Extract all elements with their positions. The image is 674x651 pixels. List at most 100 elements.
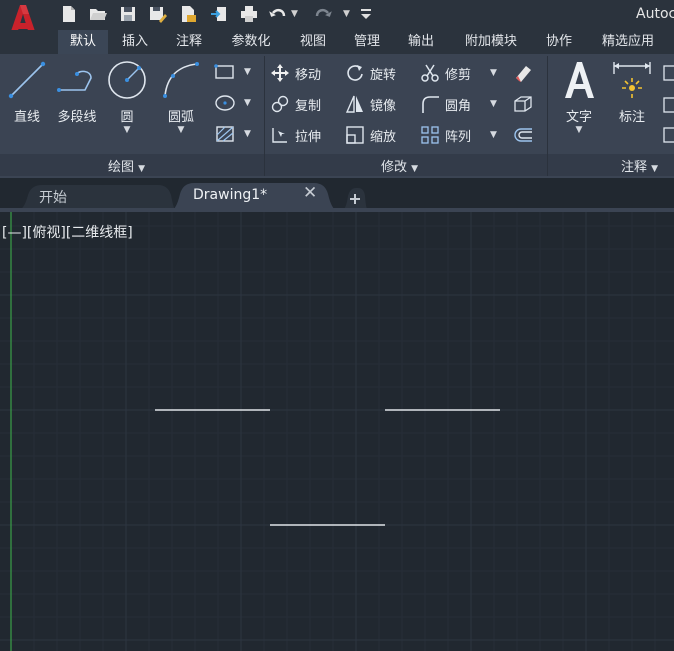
- line-label: 直线: [13, 110, 40, 125]
- modify-panel-title[interactable]: 修改 ▼: [381, 156, 418, 175]
- stretch-icon: [272, 128, 287, 143]
- rotate-label: 旋转: [370, 67, 397, 83]
- annotation-panel-title[interactable]: 注释 ▼: [621, 156, 658, 175]
- text-button[interactable]: 文字 ▼: [556, 58, 602, 135]
- drawing1-tab-label: Drawing1*: [193, 187, 268, 203]
- arc-dropdown-icon[interactable]: ▼: [178, 125, 185, 135]
- offset-button[interactable]: [512, 125, 534, 149]
- grid-major: [0, 212, 674, 651]
- trim-dropdown-icon[interactable]: ▼: [490, 68, 497, 78]
- fillet-button[interactable]: 圆角: [420, 94, 471, 114]
- close-tab-icon[interactable]: ✕: [303, 183, 317, 203]
- draw-panel-title[interactable]: 绘图 ▼: [108, 156, 145, 175]
- panel-divider: [264, 56, 265, 176]
- tab-view[interactable]: 视图: [290, 30, 336, 54]
- arc-label: 圆弧: [167, 110, 194, 125]
- text-label: 文字: [565, 110, 592, 125]
- rotate-button[interactable]: 旋转: [345, 63, 396, 83]
- tab-featured-apps[interactable]: 精选应用: [590, 30, 666, 54]
- line-icon: [8, 61, 46, 99]
- drawing-canvas[interactable]: [0, 212, 674, 651]
- save-icon[interactable]: [118, 4, 138, 24]
- move-button[interactable]: 移动: [270, 63, 321, 83]
- tab-default[interactable]: 默认: [58, 30, 108, 54]
- copy-label: 复制: [295, 98, 322, 114]
- undo-icon[interactable]: [268, 4, 288, 24]
- move-icon: [271, 64, 289, 82]
- dimension-button[interactable]: 标注: [608, 58, 656, 125]
- circle-icon: [108, 61, 146, 99]
- import-icon[interactable]: [209, 4, 229, 24]
- tab-parametric[interactable]: 参数化: [221, 30, 281, 54]
- start-tab[interactable]: 开始: [16, 183, 176, 211]
- annotation-panel-dropdown-icon[interactable]: ▼: [651, 164, 658, 174]
- arc-button[interactable]: 圆弧 ▼: [158, 58, 204, 135]
- scale-button[interactable]: 缩放: [345, 125, 396, 145]
- grid-minor: [0, 212, 674, 651]
- explode-button[interactable]: [512, 94, 534, 118]
- redo-dropdown-icon[interactable]: ▼: [343, 9, 350, 19]
- polyline-label: 多段线: [57, 110, 97, 125]
- undo-dropdown-icon[interactable]: ▼: [291, 9, 298, 19]
- modify-panel-dropdown-icon[interactable]: ▼: [411, 164, 418, 174]
- text-dropdown-icon[interactable]: ▼: [576, 125, 583, 135]
- mirror-label: 镜像: [370, 98, 397, 114]
- stretch-label: 拉伸: [295, 129, 322, 145]
- circle-button[interactable]: 圆 ▼: [104, 58, 150, 135]
- copy-icon: [271, 95, 289, 113]
- array-dropdown-icon[interactable]: ▼: [490, 130, 497, 140]
- rectangle-button[interactable]: [214, 62, 236, 86]
- array-icon: [421, 126, 439, 144]
- circle-dropdown-icon[interactable]: ▼: [124, 125, 131, 135]
- print-icon[interactable]: [239, 4, 259, 24]
- circle-label: 圆: [120, 110, 134, 125]
- panel-divider: [547, 56, 548, 176]
- mirror-button[interactable]: 镜像: [345, 94, 396, 114]
- eraser-icon: [516, 66, 531, 82]
- new-icon[interactable]: [59, 4, 79, 24]
- stretch-button[interactable]: 拉伸: [270, 125, 321, 145]
- tab-addins[interactable]: 附加模块: [453, 30, 529, 54]
- tab-output[interactable]: 输出: [398, 30, 444, 54]
- line-button[interactable]: 直线: [4, 58, 50, 125]
- ellipse-button[interactable]: [214, 93, 236, 117]
- polyline-button[interactable]: 多段线: [52, 58, 102, 125]
- open-icon[interactable]: [88, 4, 108, 24]
- customize-icon[interactable]: [356, 4, 376, 24]
- tab-insert[interactable]: 插入: [112, 30, 158, 54]
- draw-panel-dropdown-icon[interactable]: ▼: [138, 164, 145, 174]
- redo-icon[interactable]: [313, 4, 333, 24]
- fillet-icon: [422, 96, 439, 113]
- viewport-controls-label[interactable]: [—][俯视][二维线框]: [2, 222, 133, 242]
- array-label: 阵列: [445, 129, 472, 145]
- draw-panel-title-label: 绘图: [108, 160, 135, 175]
- move-label: 移动: [295, 67, 322, 83]
- publish-icon[interactable]: [178, 4, 198, 24]
- hatch-dropdown-icon[interactable]: ▼: [244, 129, 251, 139]
- fillet-label: 圆角: [445, 98, 472, 114]
- erase-button[interactable]: [512, 63, 534, 87]
- trim-icon: [421, 64, 439, 82]
- tab-annotate[interactable]: 注释: [166, 30, 212, 54]
- dimension-label: 标注: [618, 110, 645, 125]
- rectangle-icon: [214, 64, 234, 79]
- hatch-button[interactable]: [214, 124, 236, 148]
- fillet-dropdown-icon[interactable]: ▼: [490, 99, 497, 109]
- rectangle-dropdown-icon[interactable]: ▼: [244, 67, 251, 77]
- array-button[interactable]: 阵列: [420, 125, 471, 145]
- hatch-icon: [216, 126, 234, 142]
- app-title: Autoc: [636, 6, 674, 22]
- tab-manage[interactable]: 管理: [344, 30, 390, 54]
- ellipse-icon: [215, 95, 235, 111]
- cube-icon: [514, 96, 532, 112]
- scale-icon: [346, 126, 364, 144]
- save-as-icon[interactable]: [148, 4, 168, 24]
- mirror-icon: [345, 95, 363, 113]
- annotation-more-icon[interactable]: [662, 62, 674, 152]
- new-tab-button[interactable]: [342, 186, 368, 210]
- tab-collaborate[interactable]: 协作: [536, 30, 582, 54]
- modify-panel-title-label: 修改: [381, 160, 408, 175]
- ellipse-dropdown-icon[interactable]: ▼: [244, 98, 251, 108]
- copy-button[interactable]: 复制: [270, 94, 321, 114]
- trim-button[interactable]: 修剪: [420, 63, 471, 83]
